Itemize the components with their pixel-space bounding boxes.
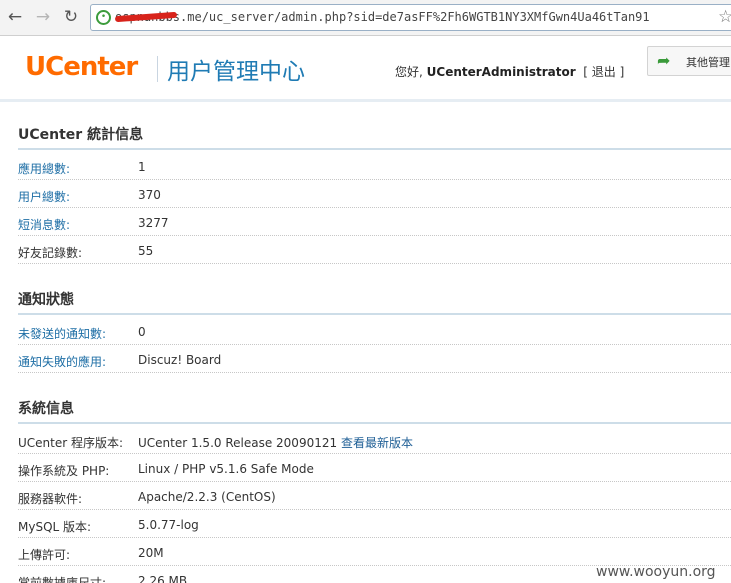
row-value: 3277 (138, 216, 169, 230)
row-value: 20M (138, 546, 164, 560)
section-title-stats: UCenter 統計信息 (18, 127, 144, 143)
row-label: 服務器軟件: (18, 492, 83, 506)
system-row: UCenter 程序版本: UCenter 1.5.0 Release 2009… (18, 426, 731, 454)
row-value: 55 (138, 244, 154, 258)
section-rule (18, 422, 731, 424)
row-label: 操作系統及 PHP: (18, 464, 110, 478)
greeting-prefix: 您好, (395, 65, 423, 79)
row-label: 好友記錄數: (18, 246, 83, 260)
watermark: www.wooyun.org (596, 564, 716, 580)
row-label: 上傳許可: (18, 548, 71, 562)
row-value: Discuz! Board (138, 353, 222, 367)
url-text[interactable]: ospnanbbs.me/uc_server/admin.php?sid=de7… (115, 10, 715, 24)
system-row: 上傳許可: 20M (18, 538, 731, 566)
other-admin-label: 其他管理 (686, 56, 730, 69)
stats-row: 用户總數: 370 (18, 180, 731, 208)
system-row: 操作系統及 PHP: Linux / PHP v5.1.6 Safe Mode (18, 454, 731, 482)
browser-toolbar: ← → ↻ • ospnanbbs.me/uc_server/admin.php… (0, 0, 731, 36)
stats-row: 應用總數: 1 (18, 152, 731, 180)
back-arrow-icon[interactable]: ← (4, 6, 26, 28)
version-text: UCenter 1.5.0 Release 20090121 (138, 436, 338, 450)
username: UCenterAdministrator (426, 65, 576, 79)
stats-row: 短消息數: 3277 (18, 208, 731, 236)
row-label: 當前數據庫尺寸: (18, 576, 107, 583)
row-label[interactable]: 短消息數: (18, 216, 70, 233)
green-arrow-icon: ➦ (657, 51, 671, 70)
row-label[interactable]: 通知失敗的應用: (18, 353, 106, 370)
row-value: Apache/2.2.3 (CentOS) (138, 490, 276, 504)
row-label: MySQL 版本: (18, 520, 92, 534)
system-row: MySQL 版本: 5.0.77-log (18, 510, 731, 538)
address-bar[interactable]: • ospnanbbs.me/uc_server/admin.php?sid=d… (90, 4, 731, 31)
page-info-icon[interactable]: • (96, 10, 111, 25)
row-label: UCenter 程序版本: (18, 436, 124, 450)
notification-row: 通知失敗的應用: Discuz! Board (18, 345, 731, 373)
ucenter-logo[interactable]: UCenter (25, 52, 138, 82)
notification-row: 未發送的通知數: 0 (18, 317, 731, 345)
row-value: 1 (138, 160, 146, 174)
row-value: 5.0.77-log (138, 518, 199, 532)
row-label[interactable]: 應用總數: (18, 160, 70, 177)
row-value: Linux / PHP v5.1.6 Safe Mode (138, 462, 314, 476)
logo-divider (157, 56, 158, 82)
stats-row: 好友記錄數: 55 (18, 236, 731, 264)
section-title-notifications: 通知狀態 (18, 292, 74, 308)
reload-icon[interactable]: ↻ (60, 6, 82, 28)
row-value: 2.26 MB (138, 574, 188, 583)
row-label[interactable]: 用户總數: (18, 188, 70, 205)
logout-link[interactable]: [ 退出 ] (583, 65, 624, 79)
bookmark-star-icon[interactable]: ☆ (718, 7, 731, 27)
app-header: UCenter 用户管理中心 您好, UCenterAdministrator … (0, 36, 731, 102)
row-value: 370 (138, 188, 161, 202)
row-label[interactable]: 未發送的通知數: (18, 325, 106, 342)
section-rule (18, 148, 731, 150)
forward-arrow-icon[interactable]: → (32, 6, 54, 28)
section-rule (18, 313, 731, 315)
other-admin-button[interactable]: ➦ 其他管理 (647, 46, 731, 76)
app-subtitle: 用户管理中心 (167, 59, 305, 85)
row-value: 0 (138, 325, 146, 339)
section-title-system: 系統信息 (18, 401, 74, 417)
user-greeting: 您好, UCenterAdministrator [ 退出 ] (395, 63, 624, 80)
system-row: 服務器軟件: Apache/2.2.3 (CentOS) (18, 482, 731, 510)
row-value: UCenter 1.5.0 Release 20090121 查看最新版本 (138, 434, 413, 451)
check-latest-version-link[interactable]: 查看最新版本 (341, 436, 413, 450)
